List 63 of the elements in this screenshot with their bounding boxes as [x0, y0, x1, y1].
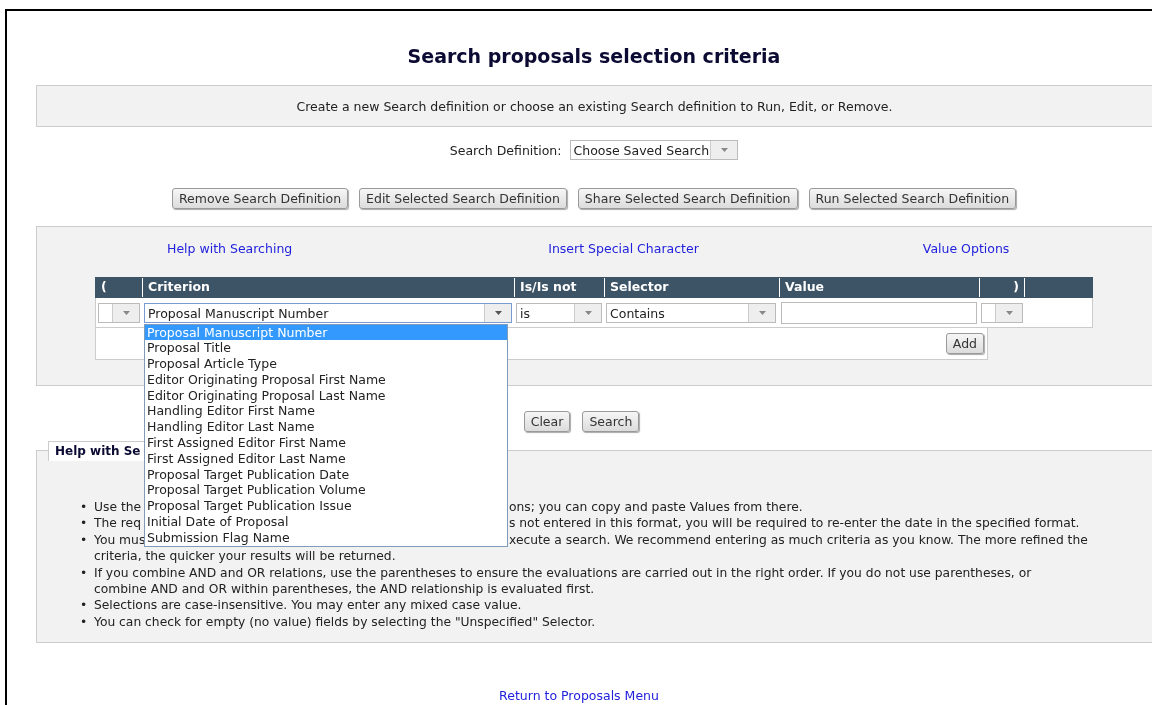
return-link[interactable]: Return to Proposals Menu — [499, 688, 659, 703]
definition-button[interactable]: Remove Search Definition — [171, 188, 349, 209]
help-text: ons; you can copy and paste Values from there. — [509, 500, 803, 514]
dropdown-option[interactable]: Initial Date of Proposal — [145, 514, 507, 530]
operator-select[interactable]: is — [516, 302, 602, 323]
help-link[interactable]: Value Options — [922, 241, 1010, 256]
action-button[interactable]: Clear — [523, 411, 571, 432]
dropdown-option[interactable]: First Assigned Editor First Name — [145, 435, 507, 451]
dropdown-option[interactable]: Handling Editor Last Name — [145, 419, 507, 436]
add-button[interactable]: Add — [945, 333, 984, 354]
help-text: You mus — [94, 532, 146, 547]
caret-icon — [494, 310, 502, 315]
search-definition-label: Search Definition: — [449, 142, 562, 158]
definition-button[interactable]: Edit Selected Search Definition — [359, 188, 567, 209]
bullet-mark: • — [80, 499, 89, 516]
column-header: ) — [979, 278, 1024, 297]
help-text: criteria, the quicker your results will be returned. — [94, 549, 396, 564]
help-text: The req — [94, 516, 141, 531]
bullet-mark: • — [80, 531, 89, 549]
bullet-mark: • — [80, 613, 89, 631]
bullet-mark: • — [80, 515, 89, 532]
page-title: Search proposals selection criteria — [406, 44, 782, 69]
column-header: Is/Is not — [514, 278, 604, 297]
dropdown-option[interactable]: Proposal Target Publication Volume — [145, 482, 507, 499]
criterion-select[interactable]: Proposal Manuscript Number — [144, 302, 512, 323]
dropdown-option[interactable]: Proposal Article Type — [145, 356, 507, 372]
help-text: You can check for empty (no value) fields by selecting the "Unspecified" Selector. — [94, 614, 596, 629]
caret-icon — [758, 310, 766, 315]
column-header: ( — [100, 278, 108, 296]
dropdown-option[interactable]: First Assigned Editor Last Name — [145, 450, 507, 467]
help-text: combine AND and OR within parentheses, the AND relationship is evaluated first. — [94, 582, 595, 597]
dropdown-option[interactable]: Proposal Target Publication Date — [145, 466, 507, 483]
value-input[interactable] — [781, 301, 977, 324]
dropdown-option[interactable]: Editor Originating Proposal Last Name — [145, 387, 507, 404]
dropdown-option[interactable]: Handling Editor First Name — [145, 403, 507, 420]
caret-icon — [1005, 310, 1013, 315]
caret-icon — [122, 310, 130, 315]
caret-icon — [584, 310, 592, 315]
bullet-mark: • — [80, 564, 89, 582]
help-link[interactable]: Insert Special Character — [548, 241, 699, 256]
action-button[interactable]: Search — [582, 411, 640, 432]
caret-icon — [720, 148, 728, 152]
search-definition-select[interactable]: Choose Saved Search — [569, 140, 739, 160]
dropdown-option[interactable]: Proposal Target Publication Issue — [145, 498, 507, 515]
definition-button[interactable]: Share Selected Search Definition — [577, 188, 798, 209]
help-text: Selections are case-insensitive. You may enter any mixed case value. — [94, 598, 522, 613]
help-text: xecute a search. We recommend entering as much criteria as you know. The more refined the — [509, 532, 1088, 547]
column-header: Value — [779, 278, 979, 297]
definition-button[interactable]: Run Selected Search Definition — [808, 188, 1017, 209]
dropdown-option[interactable]: Submission Flag Name — [145, 529, 507, 546]
help-link[interactable]: Help with Searching — [167, 241, 293, 256]
dropdown-option[interactable]: Proposal Title — [145, 340, 507, 357]
help-text: Use the — [94, 500, 142, 514]
close-paren-select[interactable] — [981, 302, 1023, 323]
help-text: s not entered in this format, you will be required to re-enter the date in the specified format. — [509, 516, 1080, 531]
open-paren-select[interactable] — [98, 302, 140, 323]
column-header: Criterion — [142, 278, 514, 297]
selector-select[interactable]: Contains — [606, 302, 776, 323]
dropdown-option[interactable]: Editor Originating Proposal First Name — [145, 371, 507, 388]
intro-text: Create a new Search definition or choose an existing Search definition to Run, Edit, or Remove. — [296, 98, 893, 114]
bullet-mark: • — [80, 597, 89, 614]
help-text: If you combine AND and OR relations, use the parentheses to ensure the evaluations are carried out in the right order. If you do not use parentheses, or — [94, 565, 1032, 580]
column-header: Selector — [604, 278, 779, 297]
